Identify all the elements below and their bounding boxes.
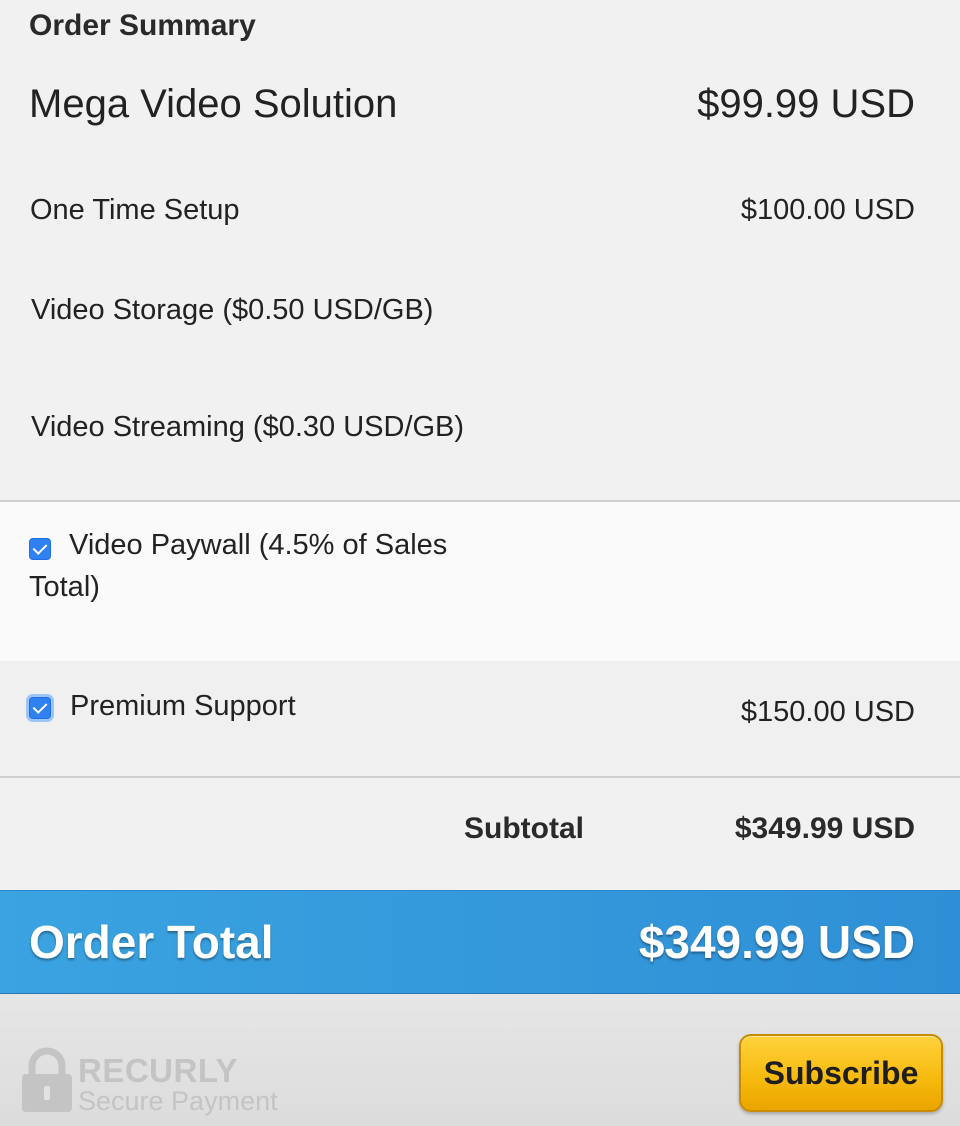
- addon-premium-support[interactable]: Premium Support $150.00 USD: [0, 661, 960, 776]
- subscribe-button[interactable]: Subscribe: [739, 1034, 943, 1112]
- order-total-bar: Order Total $349.99 USD: [0, 890, 960, 994]
- recurly-logo-text: RECURLY: [78, 1052, 238, 1089]
- plan-price: $99.99 USD: [697, 82, 915, 126]
- recurly-secure-badge: RECURLY Secure Payment: [18, 1046, 288, 1116]
- setup-label: One Time Setup: [30, 194, 240, 226]
- support-checkbox[interactable]: [29, 697, 51, 719]
- order-summary-title: Order Summary: [29, 9, 256, 42]
- order-total-label: Order Total: [29, 916, 274, 968]
- checkmark-icon: [32, 540, 48, 555]
- setup-price: $100.00 USD: [740, 194, 915, 226]
- paywall-label-line1: Video Paywall (4.5% of Sales: [69, 529, 448, 561]
- checkmark-icon: [32, 699, 48, 714]
- storage-label: Video Storage ($0.50 USD/GB): [31, 294, 434, 326]
- addon-video-paywall[interactable]: Video Paywall (4.5% of Sales Total): [0, 502, 960, 661]
- subtotal-label: Subtotal: [464, 812, 584, 845]
- secure-payment-text: Secure Payment: [78, 1086, 278, 1116]
- order-total-value: $349.99 USD: [638, 916, 915, 968]
- footer: RECURLY Secure Payment Subscribe: [0, 994, 960, 1126]
- subtotal-value: $349.99 USD: [734, 812, 915, 845]
- subtotal-row: Subtotal $349.99 USD: [0, 778, 960, 890]
- plan-name: Mega Video Solution: [29, 82, 398, 126]
- lock-icon: [22, 1047, 72, 1112]
- support-label: Premium Support: [70, 690, 296, 722]
- order-summary-section: Order Summary Mega Video Solution $99.99…: [0, 0, 960, 500]
- paywall-checkbox[interactable]: [29, 538, 51, 560]
- support-price: $150.00 USD: [740, 696, 915, 728]
- paywall-label-line2: Total): [29, 571, 100, 603]
- streaming-label: Video Streaming ($0.30 USD/GB): [31, 411, 465, 443]
